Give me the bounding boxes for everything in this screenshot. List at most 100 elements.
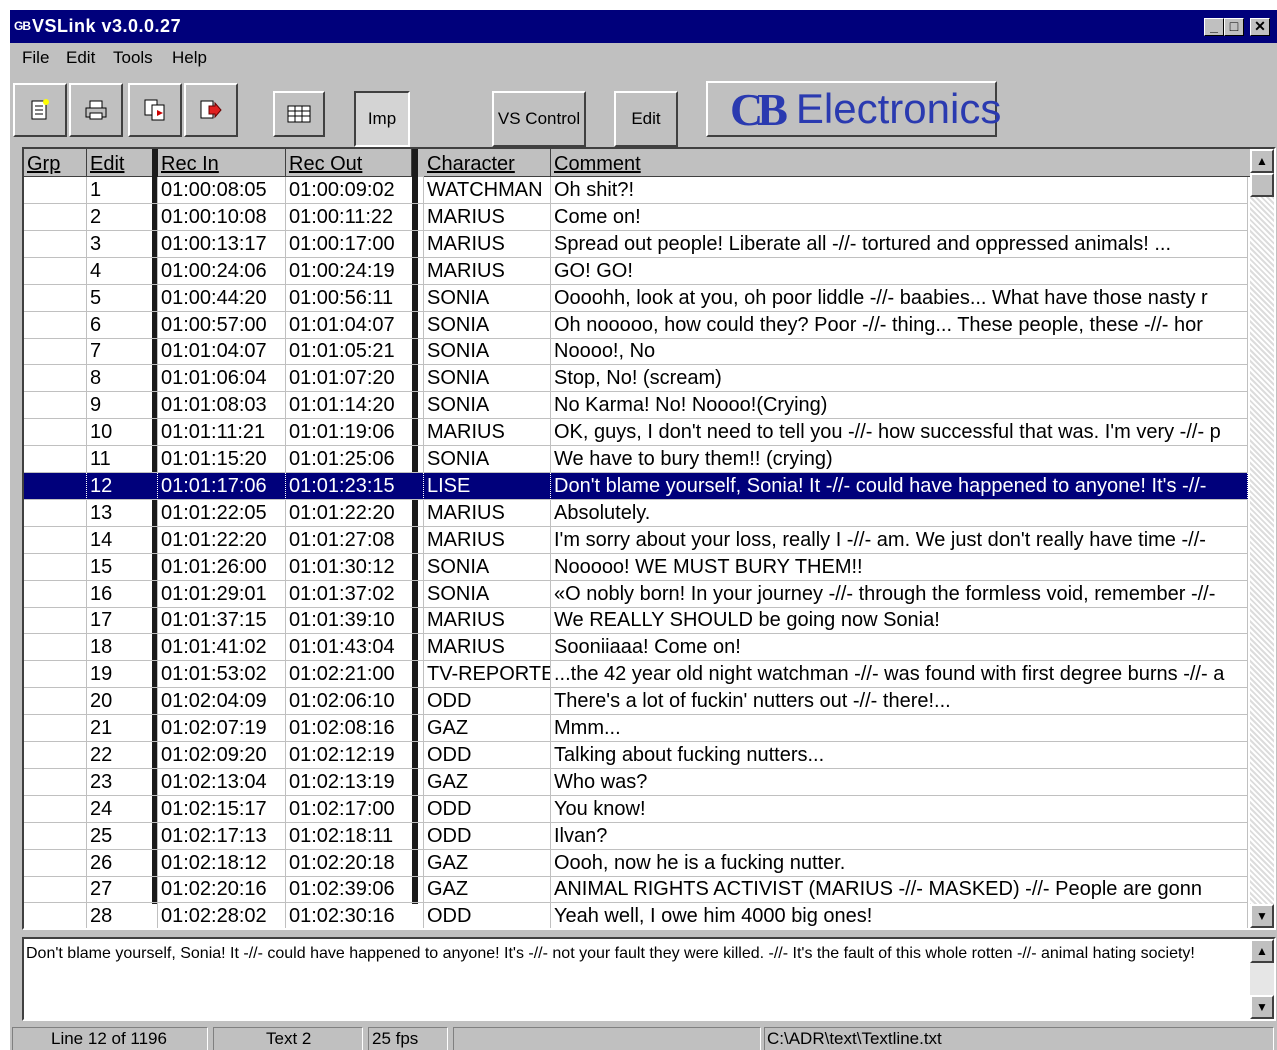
cell-edit[interactable]: 7 [87, 338, 158, 366]
new-document-button[interactable] [13, 83, 67, 137]
table-row[interactable]: 1901:01:53:0201:02:21:00TV-REPORTER...th… [24, 661, 1248, 689]
cell-grp[interactable] [24, 822, 87, 850]
cell-rec-out[interactable]: 01:00:09:02 [286, 177, 424, 204]
cell-rec-in[interactable]: 01:02:15:17 [158, 795, 286, 823]
cell-character[interactable]: ODD [424, 741, 551, 769]
menu-help[interactable]: Help [172, 48, 207, 68]
cell-comment[interactable]: Ilvan? [551, 822, 1248, 850]
menu-tools[interactable]: Tools [113, 48, 153, 68]
cell-grp[interactable] [24, 177, 87, 204]
table-row[interactable]: 13 01:01:22:05 01:01:22:20 MARIUS Absolutely… [24, 499, 1248, 527]
cell-rec-out[interactable]: 01:01:30:12 [286, 553, 424, 581]
cell-character[interactable]: SONIA [424, 553, 551, 581]
text-scroll-down-icon[interactable]: ▼ [1250, 995, 1274, 1019]
cell-grp[interactable] [24, 903, 87, 928]
cell-comment[interactable]: We have to bury them!! (crying) [551, 446, 1248, 473]
cell-comment[interactable]: Oh shit?! [551, 177, 1248, 204]
cell-rec-in[interactable]: 01:01:53:02 [158, 661, 286, 689]
scroll-thumb[interactable] [1250, 173, 1274, 197]
cell-grp[interactable] [24, 230, 87, 258]
cell-comment[interactable]: Nooooo! WE MUST BURY THEM!! [551, 553, 1248, 581]
menu-file[interactable]: File [22, 48, 49, 68]
cell-edit[interactable]: 5 [87, 284, 158, 312]
cell-comment[interactable]: Spread out people! Liberate all -//- tor… [551, 230, 1248, 258]
cell-character[interactable]: GAZ [424, 768, 551, 796]
cell-edit[interactable]: 26 [87, 849, 158, 877]
cell-character[interactable]: SONIA [424, 284, 551, 312]
table-row[interactable]: 12 01:01:17:06 01:01:23:15 LISE Don't blame … [24, 472, 1248, 500]
cell-character[interactable]: SONIA [424, 365, 551, 393]
cell-grp[interactable] [24, 499, 87, 527]
cell-character[interactable]: GAZ [424, 849, 551, 877]
cell-grp[interactable] [24, 446, 87, 473]
table-row[interactable]: 25 01:02:17:13 01:02:18:11 ODD Ilvan? [24, 822, 1248, 850]
cell-comment[interactable]: Sooniiaaa! Come on! [551, 634, 1248, 662]
table-row[interactable]: 1 01:00:08:05 01:00:09:02 WATCHMAN Oh shit?! [24, 177, 1248, 204]
cell-character[interactable]: MARIUS [424, 257, 551, 285]
cell-rec-out[interactable]: 01:02:13:19 [286, 768, 424, 796]
cell-grp[interactable] [24, 795, 87, 823]
cell-character[interactable]: ODD [424, 903, 551, 928]
text-edit-field[interactable]: Don't blame yourself, Sonia! It -//- cou… [22, 937, 1276, 1021]
cell-rec-in[interactable]: 01:02:07:19 [158, 715, 286, 742]
cell-edit[interactable]: 18 [87, 634, 158, 662]
cell-edit[interactable]: 25 [87, 822, 158, 850]
cell-character[interactable]: ODD [424, 795, 551, 823]
cell-rec-out[interactable]: 01:01:22:20 [286, 499, 424, 527]
cell-rec-in[interactable]: 01:02:13:04 [158, 768, 286, 796]
cell-character[interactable]: MARIUS [424, 499, 551, 527]
cell-rec-in[interactable]: 01:01:15:20 [158, 446, 286, 473]
edit-list-table[interactable]: Grp Edit Rec In Rec Out Character Commen… [22, 147, 1276, 930]
cell-comment[interactable]: Stop, No! (scream) [551, 365, 1248, 393]
cell-rec-out[interactable]: 01:01:37:02 [286, 580, 424, 608]
cell-rec-out[interactable]: 01:02:21:00 [286, 661, 424, 689]
export-button[interactable] [184, 83, 238, 137]
cell-character[interactable]: SONIA [424, 311, 551, 339]
cell-rec-in[interactable]: 01:00:08:05 [158, 177, 286, 204]
cell-edit[interactable]: 12 [87, 472, 158, 500]
cell-edit[interactable]: 11 [87, 446, 158, 473]
cell-edit[interactable]: 2 [87, 203, 158, 231]
cell-edit[interactable]: 15 [87, 553, 158, 581]
table-row[interactable]: 5 01:00:44:20 01:00:56:11 SONIA Oooohh, look… [24, 284, 1248, 312]
cell-character[interactable]: SONIA [424, 338, 551, 366]
cell-rec-out[interactable]: 01:00:24:19 [286, 257, 424, 285]
text-scroll-up-icon[interactable]: ▲ [1250, 939, 1274, 963]
cell-comment[interactable]: Who was? [551, 768, 1248, 796]
cell-rec-in[interactable]: 01:00:24:06 [158, 257, 286, 285]
cell-rec-out[interactable]: 01:01:04:07 [286, 311, 424, 339]
cell-edit[interactable]: 9 [87, 392, 158, 420]
scroll-down-icon[interactable]: ▼ [1250, 904, 1274, 928]
cell-rec-out[interactable]: 01:02:20:18 [286, 849, 424, 877]
cell-rec-in[interactable]: 01:01:04:07 [158, 338, 286, 366]
cell-rec-out[interactable]: 01:01:07:20 [286, 365, 424, 393]
cell-comment[interactable]: Noooo!, No [551, 338, 1248, 366]
text-vertical-scrollbar[interactable]: ▲ ▼ [1250, 939, 1274, 1019]
table-row[interactable]: 26 01:02:18:12 01:02:20:18 GAZ Oooh, now he … [24, 849, 1248, 877]
cell-edit[interactable]: 24 [87, 795, 158, 823]
column-header-rec-out[interactable]: Rec Out [286, 149, 412, 177]
cell-comment[interactable]: GO! GO! [551, 257, 1248, 285]
imp-button[interactable]: Imp [354, 91, 410, 147]
cell-edit[interactable]: 4 [87, 257, 158, 285]
cell-grp[interactable] [24, 634, 87, 662]
cell-edit[interactable]: 20 [87, 688, 158, 716]
cell-rec-in[interactable]: 01:00:13:17 [158, 230, 286, 258]
cell-grp[interactable] [24, 688, 87, 716]
cell-rec-out[interactable]: 01:02:08:16 [286, 715, 424, 742]
cell-grp[interactable] [24, 768, 87, 796]
cell-edit[interactable]: 22 [87, 741, 158, 769]
cell-rec-in[interactable]: 01:01:06:04 [158, 365, 286, 393]
edit-button[interactable]: Edit [614, 91, 678, 147]
cell-rec-out[interactable]: 01:01:14:20 [286, 392, 424, 420]
cell-edit[interactable]: 19 [87, 661, 158, 689]
cell-edit[interactable]: 10 [87, 419, 158, 447]
cell-character[interactable]: MARIUS [424, 526, 551, 554]
cell-rec-out[interactable]: 01:00:17:00 [286, 230, 424, 258]
cell-rec-in[interactable]: 01:01:11:21 [158, 419, 286, 447]
cell-rec-in[interactable]: 01:01:41:02 [158, 634, 286, 662]
cell-character[interactable]: MARIUS [424, 419, 551, 447]
table-row[interactable]: 3 01:00:13:17 01:00:17:00 MARIUS Spread out … [24, 230, 1248, 258]
cell-grp[interactable] [24, 203, 87, 231]
table-row[interactable]: 11 01:01:15:20 01:01:25:06 SONIA We have to … [24, 446, 1248, 473]
